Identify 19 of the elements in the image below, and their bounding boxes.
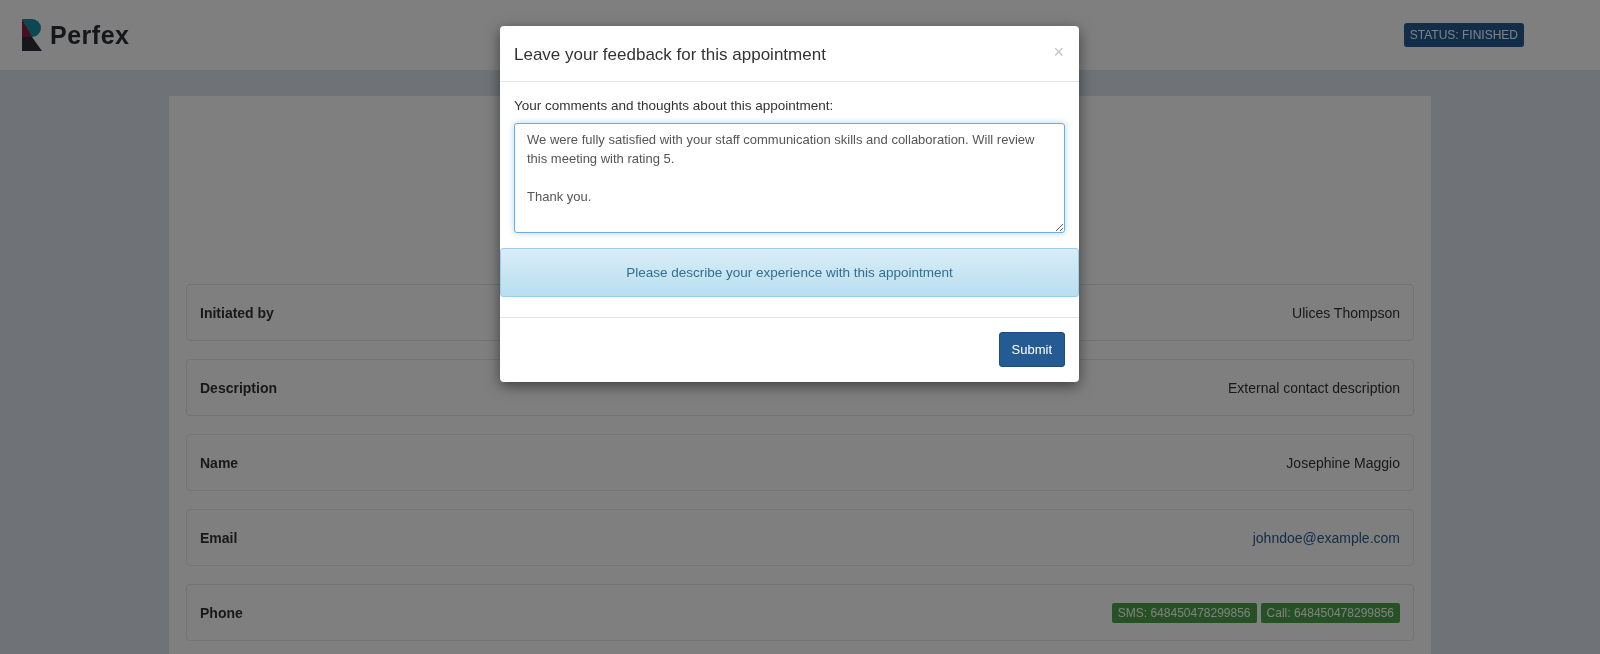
detail-value: Ulices Thompson (1292, 304, 1400, 321)
detail-label: Initiated by (200, 304, 274, 321)
submit-button[interactable]: Submit (998, 332, 1065, 367)
detail-value: External contact description (1228, 379, 1400, 396)
detail-label: Email (200, 529, 238, 546)
detail-label: Description (200, 379, 277, 396)
phone-link[interactable]: Call: 648450478299856 (1260, 602, 1400, 623)
logo-text: Perfex (50, 20, 130, 50)
detail-value: Josephine Maggio (1286, 454, 1400, 471)
email-link[interactable]: johndoe@example.com (1252, 529, 1400, 546)
dialog-title: Leave your feedback for this appointment (514, 45, 826, 65)
status-badge: STATUS: FINISHED (1403, 23, 1524, 47)
info-alert: Please describe your experience with this appointment (500, 248, 1079, 297)
field-label: Your comments and thoughts about this appointment: (513, 98, 835, 113)
comments-field[interactable]: We were fully satisfied with your staff communication skills and collaboration. Will review this meeting with rating 5. Thank you. (514, 123, 1065, 233)
phone-link[interactable]: SMS: 648450478299856 (1111, 602, 1257, 623)
detail-label: Phone (200, 604, 243, 621)
logo-icon (22, 19, 42, 51)
detail-label: Name (200, 454, 239, 471)
